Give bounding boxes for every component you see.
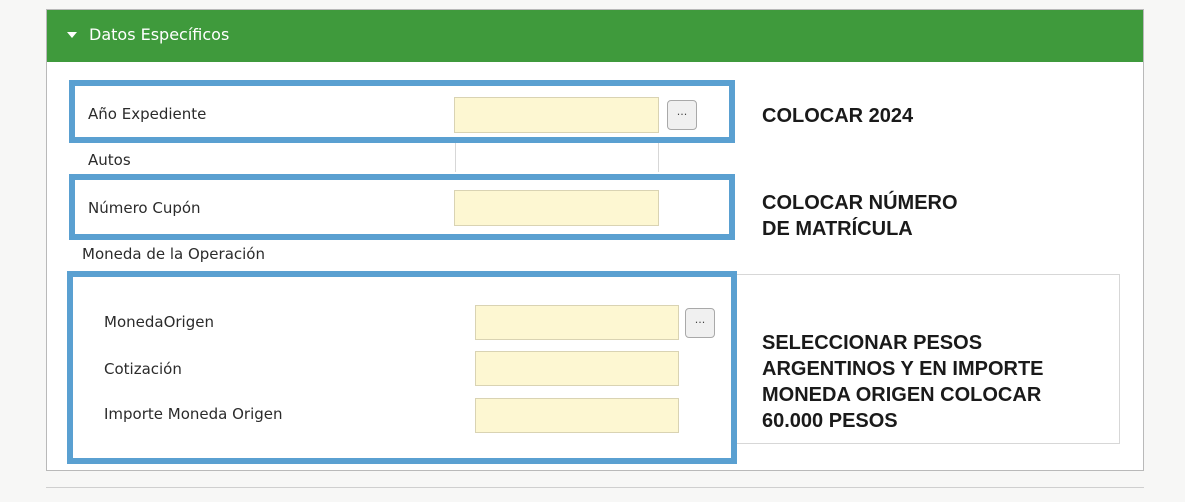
annotation-cupon: COLOCAR NÚMERO DE MATRÍCULA bbox=[762, 190, 958, 242]
annotation-anio: COLOCAR 2024 bbox=[762, 105, 914, 127]
annotation-moneda-line4: 60.000 PESOS bbox=[762, 410, 898, 432]
annotation-moneda: SELECCIONAR PESOS ARGENTINOS Y EN IMPORT… bbox=[762, 330, 1044, 434]
panel-header[interactable]: Datos Específicos bbox=[47, 10, 1143, 62]
moneda-operacion-label: Moneda de la Operación bbox=[82, 245, 265, 263]
autos-field-left-border bbox=[455, 142, 456, 172]
moneda-group-bottom-border bbox=[735, 443, 1120, 444]
bottom-divider bbox=[46, 487, 1144, 488]
annotation-moneda-line1: SELECCIONAR PESOS bbox=[762, 332, 983, 354]
highlight-box-moneda bbox=[67, 271, 737, 464]
moneda-group-right-border bbox=[1119, 274, 1120, 444]
panel-title: Datos Específicos bbox=[89, 25, 230, 44]
annotation-moneda-line3: MONEDA ORIGEN COLOCAR bbox=[762, 384, 1042, 406]
caret-down-icon[interactable] bbox=[67, 32, 77, 38]
highlight-box-anio bbox=[69, 80, 735, 143]
annotation-cupon-line1: COLOCAR NÚMERO bbox=[762, 192, 958, 214]
annotation-moneda-line2: ARGENTINOS Y EN IMPORTE bbox=[762, 358, 1044, 380]
moneda-group-top-border bbox=[735, 274, 1120, 275]
highlight-box-cupon bbox=[69, 174, 735, 240]
autos-label: Autos bbox=[88, 151, 131, 169]
autos-field-right-border bbox=[658, 142, 659, 172]
annotation-cupon-line2: DE MATRÍCULA bbox=[762, 218, 913, 240]
